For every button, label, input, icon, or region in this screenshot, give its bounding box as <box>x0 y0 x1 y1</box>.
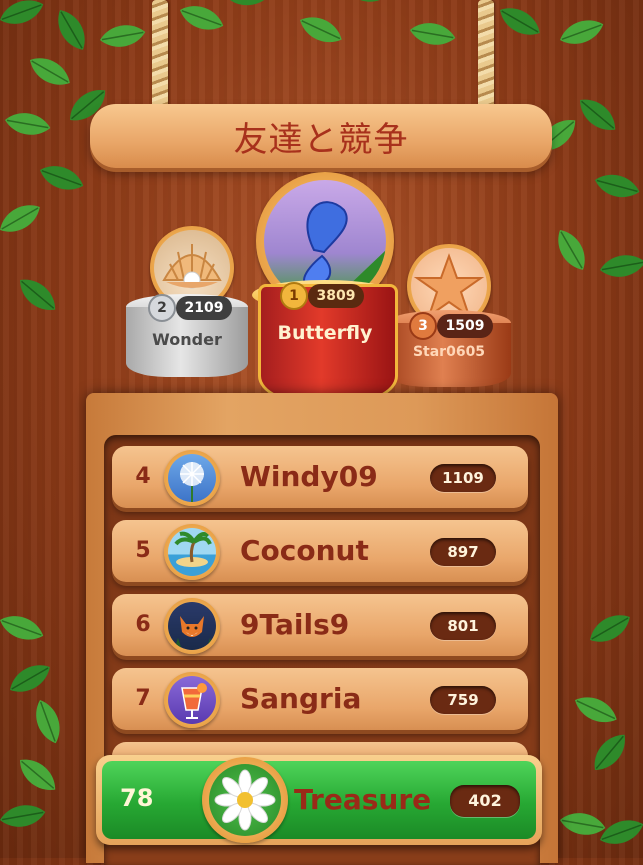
row-name: Sangria <box>240 682 362 715</box>
left-rope <box>152 0 168 118</box>
podium-third-score: 1509 <box>437 314 493 338</box>
row-rank: 5 <box>135 538 151 563</box>
row-name: Coconut <box>240 534 369 567</box>
cocktail-icon <box>164 672 220 728</box>
page-title: 友達と競争 <box>233 119 409 160</box>
podium-third[interactable]: 3 1509 Star0605 <box>385 244 513 394</box>
leaderboard-row[interactable]: 7 Sangria 759 <box>112 668 528 730</box>
podium-second[interactable]: 2 2109 Wonder <box>126 226 248 392</box>
player-name: Treasure <box>294 783 432 816</box>
row-name: Windy09 <box>240 460 378 493</box>
row-rank: 6 <box>135 612 151 637</box>
podium-third-name: Star0605 <box>412 344 486 360</box>
row-rank: 4 <box>135 464 151 489</box>
title-banner: 友達と競争 <box>90 104 552 168</box>
palm-island-icon <box>164 524 220 580</box>
podium-second-name: Wonder <box>152 330 222 349</box>
player-score: 402 <box>450 785 520 817</box>
row-score: 759 <box>430 686 496 714</box>
dandelion-icon <box>164 450 220 506</box>
leaderboard-row[interactable]: 6 9Tails9 801 <box>112 594 528 656</box>
podium-second-score: 2109 <box>176 296 232 320</box>
podium-first[interactable]: 1 3809 Butterfly <box>252 172 398 408</box>
podium-first-score: 3809 <box>308 284 364 308</box>
row-score: 1109 <box>430 464 496 492</box>
row-score: 897 <box>430 538 496 566</box>
current-player-row[interactable]: 78 Treasure 402 <box>96 755 542 845</box>
medal-third: 3 <box>409 312 437 340</box>
game-screen: { "title": "友達と競争", "podium": [ {"place"… <box>0 0 643 865</box>
row-score: 801 <box>430 612 496 640</box>
row-rank: 7 <box>135 686 151 711</box>
podium-first-name: Butterfly <box>277 322 373 344</box>
medal-second: 2 <box>148 294 176 322</box>
row-name: 9Tails9 <box>240 608 350 641</box>
medal-first: 1 <box>280 282 308 310</box>
leaderboard-row[interactable]: 5 Coconut 897 <box>112 520 528 582</box>
fox-icon <box>164 598 220 654</box>
right-rope <box>478 0 494 118</box>
leaderboard-row[interactable]: 4 Windy09 1109 <box>112 446 528 508</box>
daisy-icon <box>202 757 288 843</box>
player-rank: 78 <box>120 784 154 812</box>
